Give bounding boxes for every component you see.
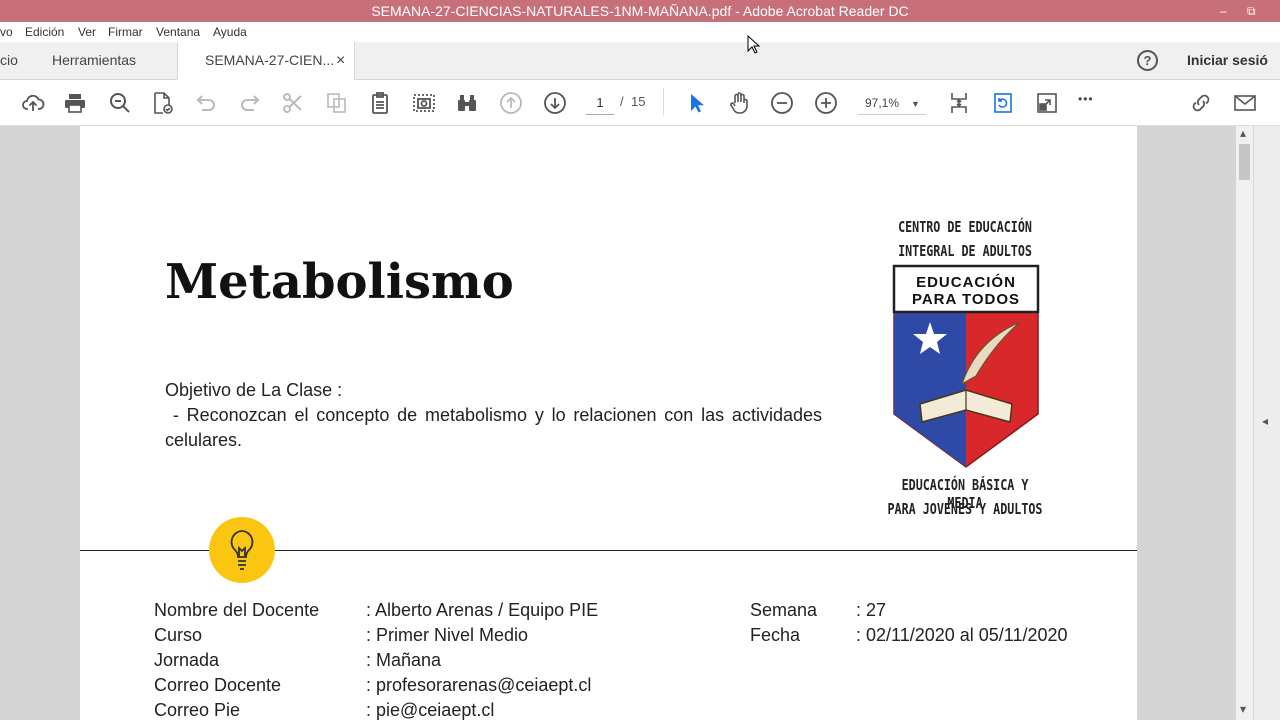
- zoom-value: 97,1%: [865, 96, 900, 110]
- tab-home[interactable]: cio: [0, 42, 30, 79]
- toolbar: 1 / 15 97,1% ▼ •••: [0, 80, 1280, 126]
- clipboard-icon[interactable]: [368, 91, 392, 115]
- chevron-down-icon: ▼: [911, 99, 920, 109]
- tab-bar: cio Herramientas SEMANA-27-CIEN... × ? I…: [0, 42, 1280, 80]
- objective-label: Objetivo de La Clase :: [165, 380, 343, 400]
- info-right-labels: Semana Fecha: [750, 598, 817, 648]
- tab-close-icon[interactable]: ×: [336, 42, 345, 79]
- binoculars-icon[interactable]: [455, 91, 479, 115]
- school-logo: CENTRO DE EDUCACIÓN INTEGRAL DE ADULTOS …: [860, 218, 1070, 523]
- fit-page-icon[interactable]: [947, 91, 971, 115]
- menu-ver[interactable]: Ver: [78, 25, 96, 39]
- info-values: : Alberto Arenas / Equipo PIE : Primer N…: [366, 598, 598, 720]
- info-value-curso: : Primer Nivel Medio: [366, 625, 529, 645]
- fullscreen-icon[interactable]: [1035, 91, 1059, 115]
- menu-firmar[interactable]: Firmar: [108, 25, 143, 39]
- tab-document-label: SEMANA-27-CIEN...: [205, 52, 335, 68]
- mouse-cursor-icon: [747, 35, 761, 54]
- menu-edicion[interactable]: Edición: [25, 25, 64, 39]
- cursor-arrow-icon[interactable]: [684, 91, 708, 115]
- redo-icon[interactable]: [238, 91, 262, 115]
- tab-document[interactable]: SEMANA-27-CIEN... ×: [177, 42, 355, 80]
- pdf-page: Metabolismo Objetivo de La Clase : - Rec…: [80, 126, 1137, 720]
- right-pane-collapsed[interactable]: ◂: [1253, 126, 1280, 720]
- scissors-icon[interactable]: [281, 91, 305, 115]
- scroll-down-icon[interactable]: ▾: [1240, 702, 1246, 716]
- camera-icon[interactable]: [412, 91, 436, 115]
- objective-block: Objetivo de La Clase : - Reconozcan el c…: [165, 378, 822, 453]
- info-value-semana: : 27: [856, 600, 887, 620]
- plus-circle-icon[interactable]: [814, 91, 838, 115]
- minus-circle-icon[interactable]: [770, 91, 794, 115]
- undo-icon[interactable]: [194, 91, 218, 115]
- more-tools-icon[interactable]: •••: [1078, 92, 1094, 106]
- logo-banner-line-1: EDUCACIÓN: [916, 274, 1016, 291]
- scroll-up-icon[interactable]: ▴: [1240, 126, 1246, 140]
- objective-text: - Reconozcan el concepto de metabolismo …: [165, 405, 827, 450]
- expand-pane-icon[interactable]: ◂: [1262, 414, 1268, 428]
- vertical-scrollbar[interactable]: ▴ ▾: [1236, 126, 1253, 720]
- info-label-correo-pie: Correo Pie: [154, 700, 241, 720]
- logo-banner: EDUCACIÓN PARA TODOS: [894, 274, 1038, 308]
- help-glyph: ?: [1143, 53, 1152, 68]
- tab-tools[interactable]: Herramientas: [52, 42, 162, 79]
- toolbar-divider: [663, 88, 664, 116]
- logo-top-line-1: CENTRO DE EDUCACIÓN: [898, 218, 1032, 236]
- title-bar: SEMANA-27-CIENCIAS-NATURALES-1NM-MAÑANA.…: [0, 0, 1280, 22]
- arrow-down-circle-icon[interactable]: [543, 91, 567, 115]
- copy-icon[interactable]: [325, 91, 349, 115]
- document-title: Metabolismo: [165, 254, 514, 310]
- help-icon[interactable]: ?: [1137, 50, 1158, 71]
- page-number-input[interactable]: 1: [586, 92, 614, 115]
- page-separator: /: [620, 94, 624, 109]
- printer-icon[interactable]: [63, 91, 87, 115]
- menu-ayuda[interactable]: Ayuda: [213, 25, 247, 39]
- info-value-correo-pie: : pie@ceiaept.cl: [366, 700, 495, 720]
- info-label-correo-docente: Correo Docente: [154, 675, 282, 695]
- logo-top-line-2: INTEGRAL DE ADULTOS: [898, 242, 1032, 260]
- info-value-correo-docente: : profesorarenas@ceiaept.cl: [366, 675, 592, 695]
- info-label-curso: Curso: [154, 625, 203, 645]
- info-label-jornada: Jornada: [154, 650, 220, 670]
- info-labels: Nombre del Docente Curso Jornada Correo …: [154, 598, 319, 720]
- menu-ventana[interactable]: Ventana: [156, 25, 200, 39]
- menu-archivo[interactable]: vo: [0, 25, 13, 39]
- link-icon[interactable]: [1189, 91, 1213, 115]
- arrow-up-circle-icon[interactable]: [499, 91, 523, 115]
- minimize-button[interactable]: –: [1220, 0, 1227, 22]
- menu-bar: vo Edición Ver Firmar Ventana Ayuda: [0, 22, 1280, 42]
- info-label-docente: Nombre del Docente: [154, 600, 320, 620]
- cloud-upload-icon[interactable]: [21, 91, 45, 115]
- scrollbar-thumb[interactable]: [1239, 144, 1250, 180]
- lightbulb-icon: [230, 530, 254, 570]
- info-right-values: : 27 : 02/11/2020 al 05/11/2020: [856, 598, 1068, 648]
- logo-bottom-line-2: PARA JOVENES Y ADULTOS: [887, 500, 1043, 518]
- lightbulb-badge: [209, 517, 275, 583]
- hand-icon[interactable]: [727, 91, 751, 115]
- window-title: SEMANA-27-CIENCIAS-NATURALES-1NM-MAÑANA.…: [371, 3, 909, 19]
- logo-banner-line-2: PARA TODOS: [911, 291, 1021, 308]
- edit-pdf-icon[interactable]: [150, 91, 174, 115]
- signin-button[interactable]: Iniciar sesió: [1187, 42, 1280, 79]
- page-total: 15: [631, 94, 646, 109]
- info-label-fecha: Fecha: [750, 625, 801, 645]
- info-value-fecha: : 02/11/2020 al 05/11/2020: [856, 625, 1068, 645]
- info-label-semana: Semana: [750, 600, 818, 620]
- envelope-icon[interactable]: [1233, 91, 1257, 115]
- restore-button[interactable]: ⧉: [1247, 0, 1256, 22]
- info-value-docente: : Alberto Arenas / Equipo PIE: [366, 600, 599, 620]
- rotate-icon[interactable]: [991, 91, 1015, 115]
- search-icon[interactable]: [108, 91, 132, 115]
- zoom-select[interactable]: 97,1% ▼: [858, 92, 926, 115]
- document-canvas[interactable]: Metabolismo Objetivo de La Clase : - Rec…: [0, 126, 1280, 720]
- info-value-jornada: : Mañana: [366, 650, 442, 670]
